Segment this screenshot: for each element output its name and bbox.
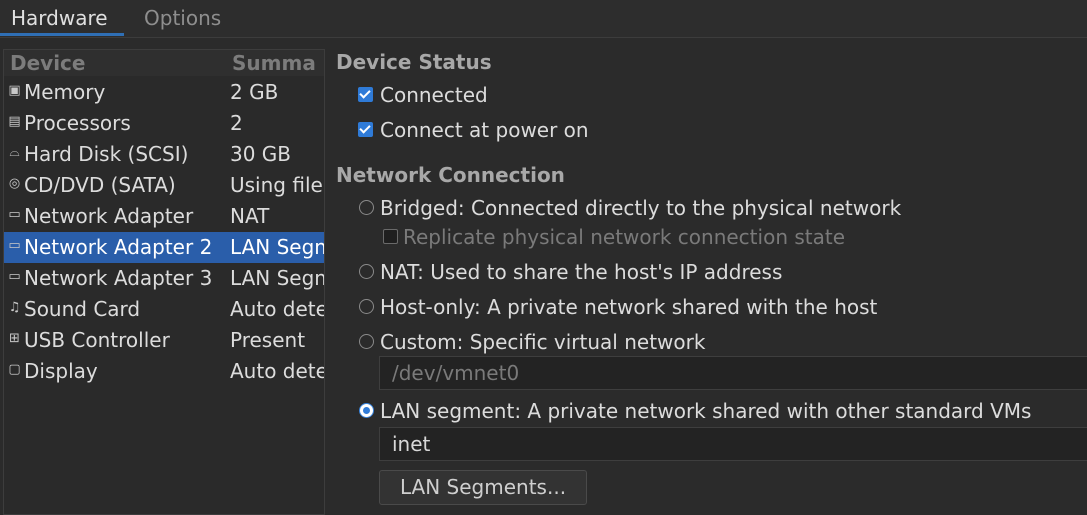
hard-disk-icon: ⌓ [9, 145, 20, 160]
tab-bar: Hardware Options [0, 0, 1087, 38]
bridged-radio[interactable] [359, 200, 374, 215]
custom-network-value: /dev/vmnet0 [392, 361, 520, 385]
device-name: CD/DVD (SATA) [24, 173, 176, 197]
replicate-checkbox [383, 229, 398, 244]
lan-segment-select[interactable]: inet [379, 427, 1087, 461]
display-icon: ▢ [8, 362, 21, 377]
nat-label: NAT: Used to share the host's IP address [380, 260, 783, 284]
device-row[interactable]: ♫Sound Card Auto detect [4, 294, 324, 325]
nat-radio[interactable] [359, 264, 374, 279]
network-adapter-icon: ▭ [8, 269, 21, 284]
tab-options[interactable]: Options [144, 6, 221, 30]
connect-at-power-on-checkbox[interactable] [358, 122, 373, 137]
device-row[interactable]: ▭Network Adapter 2 LAN Segment [4, 232, 324, 263]
custom-network-select: /dev/vmnet0 [379, 356, 1087, 390]
active-tab-indicator [0, 33, 124, 36]
device-row[interactable]: ▣ Memory 2 GB [4, 77, 324, 108]
tab-hardware[interactable]: Hardware [11, 6, 108, 30]
host-only-radio[interactable] [359, 299, 374, 314]
device-summary: Auto detect [230, 359, 324, 383]
lan-segment-radio[interactable] [359, 403, 374, 418]
device-row[interactable]: ▭ Network Adapter NAT [4, 201, 324, 232]
device-summary: NAT [230, 204, 270, 228]
device-name: USB Controller [24, 328, 170, 352]
device-summary: LAN Segment [230, 266, 324, 290]
device-name: Network Adapter 3 [24, 266, 213, 290]
network-adapter-icon: ▭ [8, 238, 21, 253]
lan-segment-label: LAN segment: A private network shared wi… [380, 399, 1032, 423]
replicate-label: Replicate physical network connection st… [403, 225, 846, 249]
device-summary: 2 [230, 111, 243, 135]
lan-segment-value: inet [392, 432, 431, 456]
connected-label: Connected [380, 83, 488, 107]
cd-dvd-icon: ◎ [8, 176, 21, 191]
device-row[interactable]: ⊞ USB Controller Present [4, 325, 324, 356]
device-name: Hard Disk (SCSI) [24, 142, 189, 166]
bridged-label: Bridged: Connected directly to the physi… [380, 196, 902, 220]
device-summary: Auto detect [230, 297, 324, 321]
host-only-label: Host-only: A private network shared with… [380, 295, 878, 319]
custom-radio[interactable] [359, 334, 374, 349]
network-connection-heading: Network Connection [336, 163, 565, 187]
memory-icon: ▣ [8, 83, 21, 98]
column-header-summary[interactable]: Summa [232, 51, 316, 75]
device-row[interactable]: ▭Network Adapter 3 LAN Segment [4, 263, 324, 294]
device-list-header: Device Summa [4, 50, 324, 76]
lan-segments-button[interactable]: LAN Segments... [379, 470, 587, 505]
connected-checkbox[interactable] [358, 87, 373, 102]
device-row[interactable]: ▢Display Auto detect [4, 356, 324, 387]
network-adapter-icon: ▭ [8, 207, 21, 222]
column-header-device[interactable]: Device [10, 51, 85, 75]
device-summary: 2 GB [230, 80, 279, 104]
device-summary: Using file [230, 173, 323, 197]
device-summary: LAN Segment [230, 235, 324, 259]
device-status-heading: Device Status [336, 50, 492, 74]
device-name: Network Adapter 2 [24, 235, 213, 259]
device-summary: 30 GB [230, 142, 292, 166]
device-name: Processors [24, 111, 131, 135]
device-name: Sound Card [24, 297, 141, 321]
device-row[interactable]: ▤ Processors 2 [4, 108, 324, 139]
device-name: Network Adapter [24, 204, 194, 228]
device-list[interactable]: Device Summa ▣ Memory 2 GB ▤ Processors 2 ⌓ Har… [3, 49, 325, 515]
processor-icon: ▤ [8, 114, 21, 129]
device-name: Memory [24, 80, 106, 104]
device-summary: Present [230, 328, 306, 352]
device-row[interactable]: ⌓ Hard Disk (SCSI) 30 GB [4, 139, 324, 170]
device-row[interactable]: ◎ CD/DVD (SATA) Using file [4, 170, 324, 201]
custom-label: Custom: Specific virtual network [380, 330, 706, 354]
connect-at-power-on-label: Connect at power on [380, 118, 589, 142]
sound-card-icon: ♫ [8, 300, 21, 315]
usb-controller-icon: ⊞ [9, 331, 20, 346]
device-name: Display [24, 359, 98, 383]
